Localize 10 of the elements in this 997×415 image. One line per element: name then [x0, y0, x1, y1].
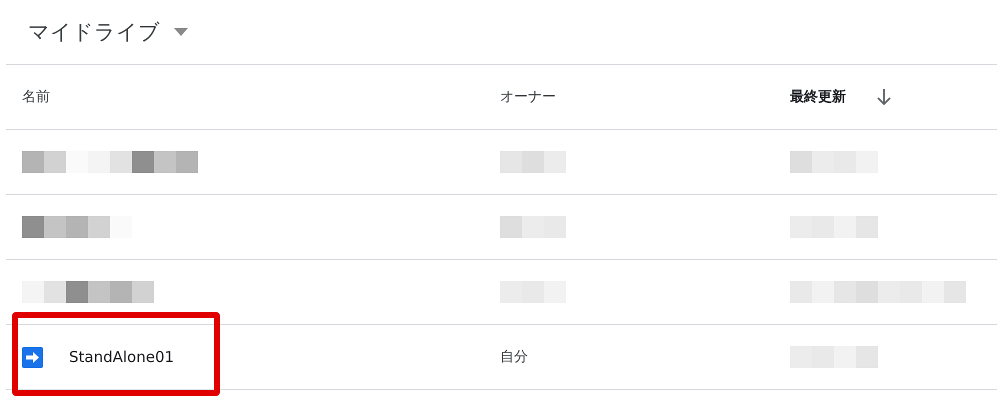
- drive-title[interactable]: マイドライブ: [28, 18, 160, 46]
- pixelated-text: [500, 151, 566, 173]
- pixelated-text: [500, 216, 566, 238]
- owner-text: 自分: [500, 349, 528, 365]
- column-header[interactable]: 最終更新: [790, 88, 846, 106]
- file-name[interactable]: StandAlone01: [69, 348, 174, 366]
- sort-down-arrow-icon[interactable]: [876, 88, 892, 106]
- column-header[interactable]: オーナー: [500, 88, 556, 106]
- dropdown-caret-icon[interactable]: [174, 28, 188, 36]
- column-header[interactable]: 名前: [22, 88, 50, 106]
